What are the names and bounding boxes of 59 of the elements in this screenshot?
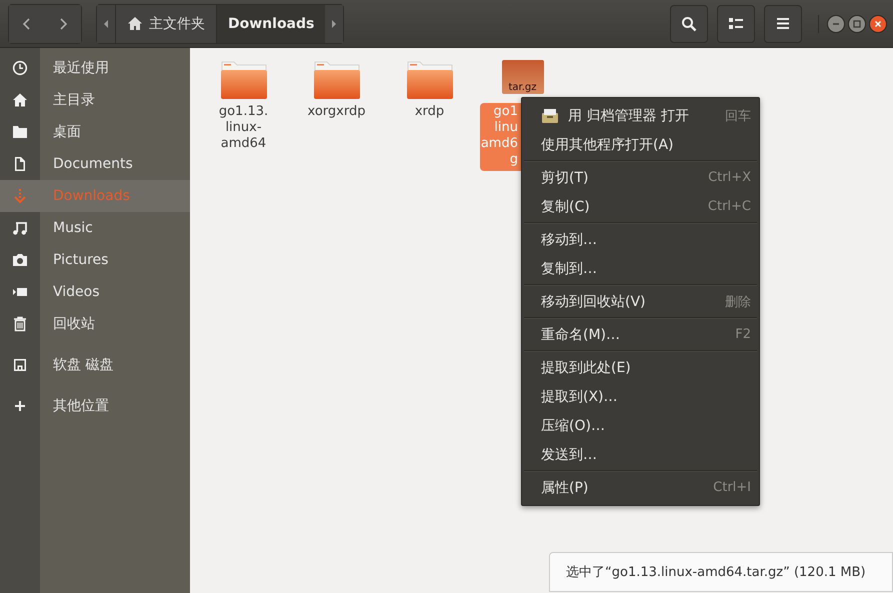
- clock-icon: [12, 60, 28, 76]
- file-name[interactable]: xrdp: [412, 103, 448, 123]
- minimize-button[interactable]: [827, 14, 845, 32]
- document-icon: [12, 156, 28, 172]
- folder-icon: [12, 124, 28, 140]
- maximize-button[interactable]: [848, 14, 866, 32]
- sidebar-item[interactable]: 最近使用: [0, 52, 190, 84]
- sidebar-item[interactable]: 其他位置: [0, 390, 190, 422]
- home-icon: [12, 92, 28, 108]
- menu-item[interactable]: 移动到回收站(V) 删除: [522, 287, 759, 316]
- camera-icon: [12, 252, 28, 268]
- path-scroll-left-button[interactable]: [97, 4, 115, 42]
- left-triangle-icon: [103, 18, 109, 28]
- list-view-icon: [729, 18, 743, 30]
- path-button[interactable]: 主文件夹: [115, 4, 216, 42]
- close-icon: [874, 20, 882, 28]
- sidebar-item[interactable]: Documents: [0, 148, 190, 180]
- folder-icon[interactable]: [312, 60, 360, 100]
- music-icon: [12, 220, 28, 236]
- archive-box-icon: [541, 108, 559, 124]
- view-toggle-button[interactable]: [717, 4, 755, 42]
- maximize-icon: [853, 20, 861, 28]
- menu-item[interactable]: 属性(P) Ctrl+I: [522, 473, 759, 502]
- archive-icon[interactable]: tar.gz: [502, 60, 544, 94]
- sidebar-item[interactable]: Pictures: [0, 244, 190, 276]
- menu-icon: [777, 18, 789, 29]
- sidebar-item[interactable]: 桌面: [0, 116, 190, 148]
- menu-item[interactable]: 使用其他程序打开(A): [522, 130, 759, 159]
- file-name[interactable]: go1.13. linux- amd64: [216, 103, 272, 155]
- sidebar-item[interactable]: Videos: [0, 276, 190, 308]
- menu-item[interactable]: 复制(C) Ctrl+C: [522, 192, 759, 221]
- menu-item[interactable]: 用 归档管理器 打开 回车: [522, 101, 759, 130]
- close-button[interactable]: [869, 14, 887, 32]
- menu-item[interactable]: 复制到…: [522, 254, 759, 283]
- plus-icon: [12, 398, 28, 414]
- menu-item[interactable]: 发送到…: [522, 440, 759, 469]
- menu-item[interactable]: 压缩(O)…: [522, 411, 759, 440]
- path-button[interactable]: Downloads: [216, 4, 326, 42]
- trash-icon: [12, 316, 28, 332]
- file-name[interactable]: xorgxrdp: [304, 103, 368, 123]
- sidebar-item[interactable]: 回收站: [0, 308, 190, 340]
- search-icon: [681, 16, 697, 32]
- menu-item[interactable]: 重命名(M)… F2: [522, 320, 759, 349]
- sidebar-item[interactable]: 软盘 磁盘: [0, 349, 190, 381]
- sidebar-item[interactable]: Music: [0, 212, 190, 244]
- sidebar-item[interactable]: 主目录: [0, 84, 190, 116]
- download-icon: [12, 188, 28, 204]
- menu-item[interactable]: 移动到…: [522, 225, 759, 254]
- menu-item[interactable]: 提取到此处(E): [522, 353, 759, 382]
- menu-button[interactable]: [764, 4, 802, 42]
- right-triangle-icon: [331, 18, 338, 28]
- menu-item[interactable]: 提取到(X)…: [522, 382, 759, 411]
- search-button[interactable]: [670, 4, 708, 42]
- menu-item[interactable]: 剪切(T) Ctrl+X: [522, 163, 759, 192]
- folder-icon[interactable]: [406, 60, 454, 100]
- home-icon: [127, 16, 143, 31]
- status-popup: 选中了“go1.13.linux-amd64.tar.gz” (120.1 MB): [549, 552, 893, 592]
- folder-icon[interactable]: [220, 60, 268, 100]
- path-scroll-right-button[interactable]: [325, 4, 344, 42]
